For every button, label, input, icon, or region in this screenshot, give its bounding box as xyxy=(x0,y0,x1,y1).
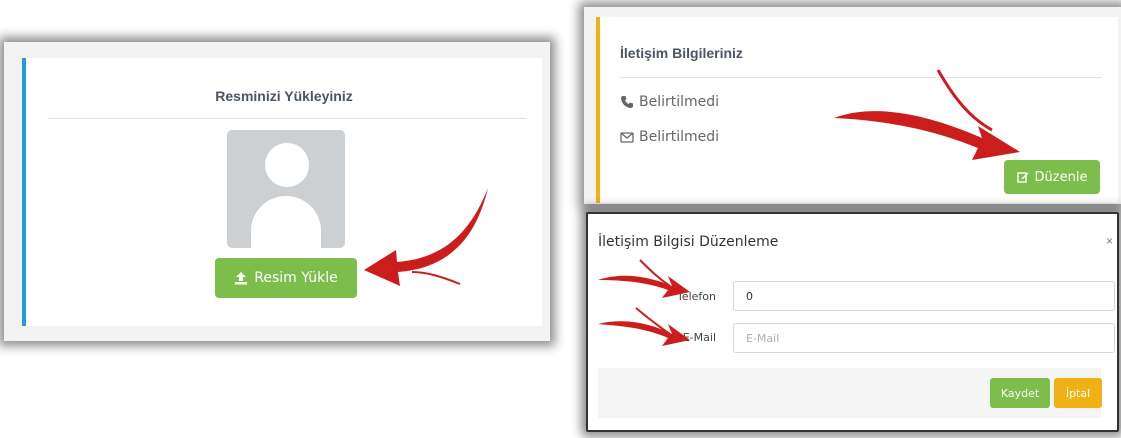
arrow-to-upload-button xyxy=(364,188,488,286)
edit-button-label: Düzenle xyxy=(1034,169,1088,185)
contact-card-title: İletişim Bilgileriniz xyxy=(620,45,743,61)
phone-icon xyxy=(621,96,633,108)
phone-info-row: Belirtilmedi xyxy=(620,94,719,110)
avatar-body xyxy=(251,196,321,248)
divider xyxy=(48,118,526,119)
arrow-to-phone-field xyxy=(598,259,690,298)
modal-title: İletişim Bilgisi Düzenleme xyxy=(598,234,779,250)
phone-input[interactable] xyxy=(733,281,1115,311)
email-value: Belirtilmedi xyxy=(639,129,720,145)
modal-footer: Kaydet İptal xyxy=(598,368,1102,418)
upload-photo-button[interactable]: Resim Yükle xyxy=(215,258,357,298)
arrow-to-email-field xyxy=(598,307,690,346)
email-input[interactable] xyxy=(733,323,1115,353)
upload-icon xyxy=(235,272,248,285)
avatar-head xyxy=(265,143,309,187)
save-button[interactable]: Kaydet xyxy=(990,378,1050,408)
cancel-button[interactable]: İptal xyxy=(1054,378,1102,408)
email-info-row: Belirtilmedi xyxy=(620,129,719,145)
arrow-to-edit-button xyxy=(834,69,1020,160)
upload-card-title: Resminizi Yükleyiniz xyxy=(215,88,353,104)
user-avatar-placeholder xyxy=(227,130,345,248)
upload-button-label: Resim Yükle xyxy=(254,270,338,286)
envelope-icon xyxy=(620,132,634,143)
phone-value: Belirtilmedi xyxy=(639,94,720,110)
edit-icon xyxy=(1016,172,1029,183)
close-icon[interactable]: × xyxy=(1106,234,1113,248)
